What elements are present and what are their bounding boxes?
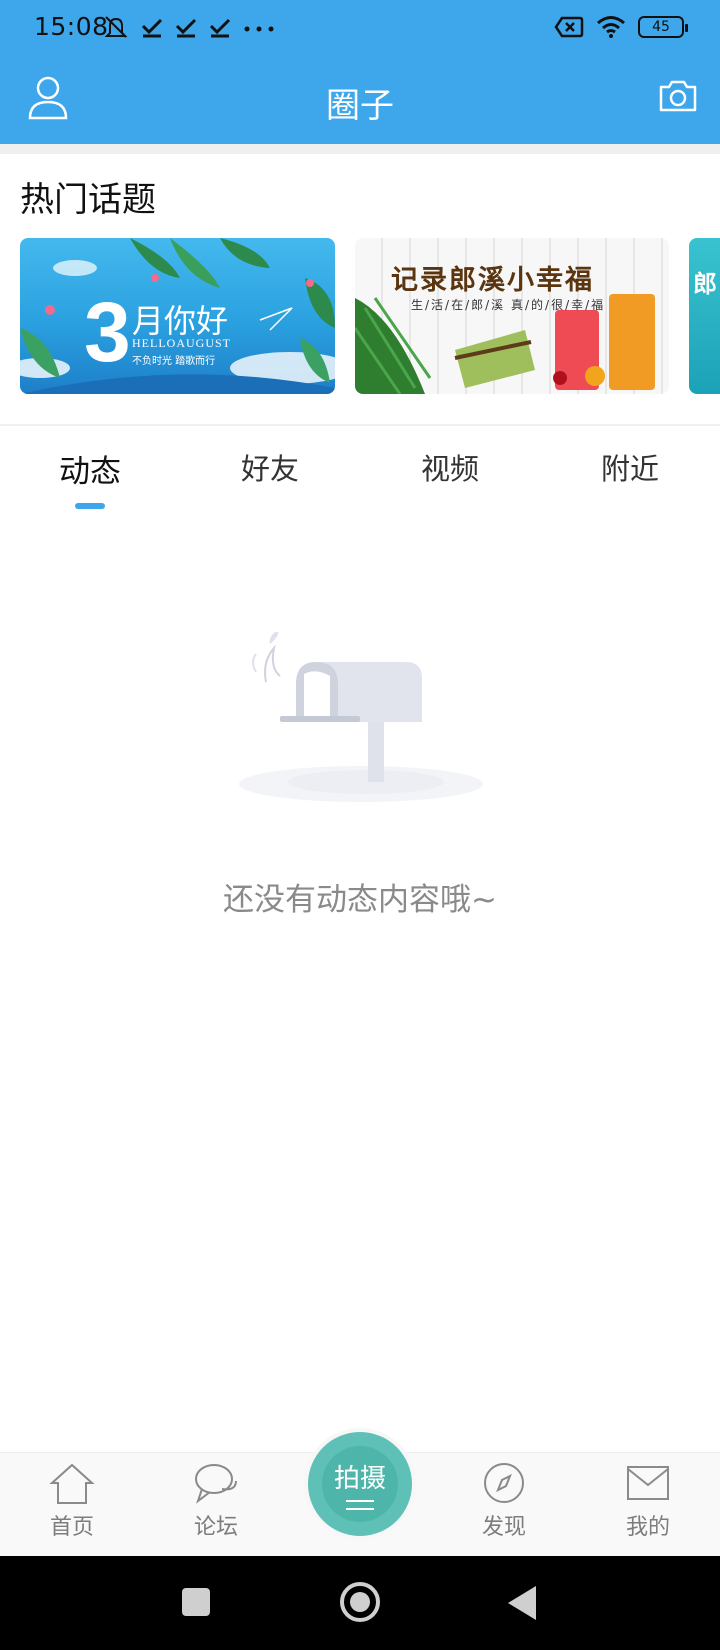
nav-discover[interactable]: 发现 xyxy=(454,1461,554,1541)
banner-title: 记录郎溪小幸福 xyxy=(391,265,594,296)
status-bar: 15:08 45 xyxy=(0,0,720,56)
mute-icon xyxy=(104,16,128,38)
check-icon xyxy=(209,18,231,38)
check-icon xyxy=(141,18,163,38)
menu-lines-icon xyxy=(346,1500,374,1510)
more-dots-icon xyxy=(244,26,274,32)
banner-caption: 不负时光 踏歌而行 xyxy=(132,356,216,367)
feed-tabs: 动态 好友 视频 附近 xyxy=(0,446,720,516)
shoot-label: 拍摄 xyxy=(333,1464,386,1494)
active-tab-indicator xyxy=(75,503,105,509)
status-right-icons: 45 xyxy=(554,12,688,42)
home-icon xyxy=(49,1463,95,1504)
tab-friends[interactable]: 好友 xyxy=(210,446,330,488)
section-divider xyxy=(0,424,720,426)
nav-forum[interactable]: 论坛 xyxy=(166,1461,266,1541)
sim-off-icon xyxy=(554,16,584,38)
battery-icon: 45 xyxy=(638,16,688,38)
chat-icon xyxy=(195,1464,237,1504)
banner-number: 3 xyxy=(84,285,131,379)
empty-state-message: 还没有动态内容哦~ xyxy=(223,882,497,918)
nav-label: 我的 xyxy=(625,1515,670,1540)
status-left-icons xyxy=(102,12,276,42)
wifi-icon xyxy=(597,16,625,38)
back-icon[interactable] xyxy=(508,1586,536,1620)
tab-dynamics[interactable]: 动态 xyxy=(30,446,150,491)
banner-title: 郎 xyxy=(693,270,717,298)
banner-subtitle: 生/活/在/郎/溪 真/的/很/幸/福 xyxy=(411,298,606,312)
hot-topics-title: 热门话题 xyxy=(20,180,156,220)
nav-home[interactable]: 首页 xyxy=(22,1461,122,1541)
nav-label: 发现 xyxy=(481,1515,526,1540)
recents-icon[interactable] xyxy=(182,1588,210,1616)
banner-sub-text: HELLOAUGUST xyxy=(132,336,231,350)
tab-videos[interactable]: 视频 xyxy=(390,446,510,488)
nav-mine[interactable]: 我的 xyxy=(598,1461,698,1541)
hot-topics-carousel[interactable]: 3 月你好 HELLOAUGUST 不负时光 踏歌而行 记录郎溪小幸福 生/活/… xyxy=(0,238,720,396)
shoot-button[interactable]: 拍摄 xyxy=(304,1428,416,1540)
compass-icon xyxy=(484,1463,524,1503)
topic-banner-hello-august[interactable]: 3 月你好 HELLOAUGUST 不负时光 踏歌而行 xyxy=(20,238,335,394)
mail-icon xyxy=(627,1466,669,1500)
empty-mailbox-illustration xyxy=(239,632,483,802)
status-time: 15:08 xyxy=(34,12,109,41)
nav-label: 首页 xyxy=(49,1515,94,1540)
home-button-icon[interactable] xyxy=(340,1582,380,1622)
check-icon xyxy=(175,18,197,38)
shoot-button-ring: 拍摄 xyxy=(308,1432,412,1536)
nav-label: 论坛 xyxy=(193,1515,238,1540)
camera-icon[interactable] xyxy=(658,78,698,114)
system-navigation-bar xyxy=(0,1556,720,1650)
header-shadow-strip xyxy=(0,144,720,154)
page-title: 圈子 xyxy=(326,86,394,126)
top-app-bar: 圈子 xyxy=(0,56,720,144)
topic-banner-langxi-happiness[interactable]: 记录郎溪小幸福 生/活/在/郎/溪 真/的/很/幸/福 xyxy=(355,238,669,394)
topic-banner-partial[interactable]: 郎 xyxy=(689,238,720,394)
tab-nearby[interactable]: 附近 xyxy=(570,446,690,488)
